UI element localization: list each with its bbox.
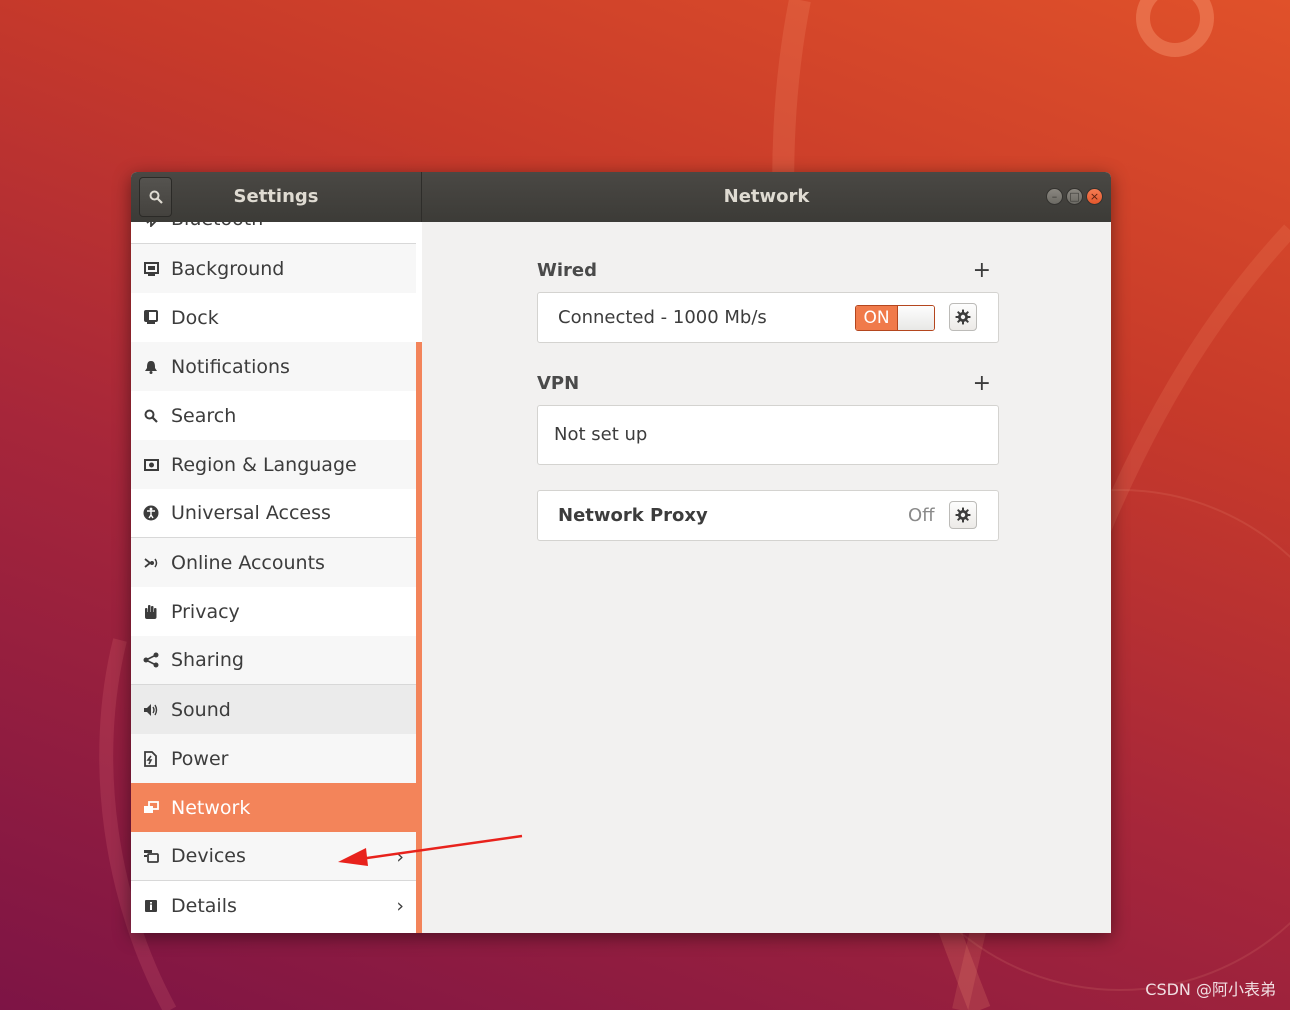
sidebar-list: Bluetooth Background Dock Notifications xyxy=(131,222,416,930)
network-icon xyxy=(143,800,159,816)
toggle-knob xyxy=(897,306,934,330)
vpn-section-header: VPN + xyxy=(537,371,999,397)
accessibility-icon xyxy=(143,505,159,521)
devices-icon xyxy=(143,848,159,864)
sidebar-item-label: Bluetooth xyxy=(171,222,263,230)
search-icon xyxy=(143,408,159,424)
sidebar-item-region-language[interactable]: Region & Language xyxy=(131,440,416,489)
sidebar-item-label: Power xyxy=(171,747,229,770)
sidebar-header: Settings xyxy=(131,172,422,222)
gear-icon xyxy=(955,507,971,523)
sidebar-item-label: Sound xyxy=(171,698,231,721)
wired-toggle[interactable]: ON xyxy=(855,305,935,331)
close-button[interactable]: × xyxy=(1086,188,1103,205)
proxy-settings-button[interactable] xyxy=(949,501,977,529)
wired-heading: Wired xyxy=(537,260,597,281)
proxy-state: Off xyxy=(908,505,935,526)
bluetooth-icon xyxy=(143,222,159,227)
sidebar-item-online-accounts[interactable]: Online Accounts xyxy=(131,538,416,587)
network-panel: Wired + Connected - 1000 Mb/s ON VPN + N… xyxy=(422,222,1111,933)
sidebar-item-label: Details xyxy=(171,894,237,917)
sidebar-item-power[interactable]: Power xyxy=(131,734,416,783)
add-wired-button[interactable]: + xyxy=(973,258,991,283)
sidebar-item-sound[interactable]: Sound xyxy=(131,685,416,734)
wired-connection-row: Connected - 1000 Mb/s ON xyxy=(537,292,999,343)
sidebar-item-bluetooth[interactable]: Bluetooth xyxy=(131,222,416,244)
panel-header: Network – □ × xyxy=(422,172,1111,222)
vpn-row: Not set up xyxy=(537,405,999,465)
maximize-button[interactable]: □ xyxy=(1066,188,1083,205)
sidebar-item-privacy[interactable]: Privacy xyxy=(131,587,416,636)
sidebar-item-sharing[interactable]: Sharing xyxy=(131,636,416,685)
vpn-status: Not set up xyxy=(554,424,648,445)
watermark: CSDN @阿小表弟 xyxy=(1145,980,1276,999)
wired-status: Connected - 1000 Mb/s xyxy=(558,307,767,328)
window-controls: – □ × xyxy=(1046,188,1103,205)
sidebar-item-details[interactable]: Details › xyxy=(131,881,416,930)
sidebar-item-network[interactable]: Network xyxy=(131,783,416,832)
sidebar-item-label: Sharing xyxy=(171,649,244,671)
sidebar-item-search[interactable]: Search xyxy=(131,391,416,440)
region-icon xyxy=(143,457,159,473)
sidebar-item-label: Devices xyxy=(171,845,246,867)
sidebar-item-label: Background xyxy=(171,257,285,280)
sidebar-item-label: Notifications xyxy=(171,355,290,378)
panel-title: Network xyxy=(723,186,810,207)
sidebar-item-label: Search xyxy=(171,404,237,427)
toggle-on-label: ON xyxy=(856,306,897,330)
sidebar-item-background[interactable]: Background xyxy=(131,244,416,293)
sidebar-item-dock[interactable]: Dock xyxy=(131,293,416,342)
sidebar-item-universal-access[interactable]: Universal Access xyxy=(131,489,416,538)
dock-icon xyxy=(143,310,159,326)
share-icon xyxy=(143,652,159,668)
sidebar-item-label: Online Accounts xyxy=(171,551,325,574)
app-title: Settings xyxy=(233,186,319,207)
vpn-heading: VPN xyxy=(537,373,580,394)
chevron-right-icon: › xyxy=(396,895,404,917)
sidebar-item-notifications[interactable]: Notifications xyxy=(131,342,416,391)
online-accounts-icon xyxy=(143,555,159,571)
proxy-label: Network Proxy xyxy=(558,505,708,526)
network-proxy-row[interactable]: Network Proxy Off xyxy=(537,490,999,541)
power-icon xyxy=(143,750,159,767)
sidebar-item-devices[interactable]: Devices › xyxy=(131,832,416,881)
sidebar-item-label: Dock xyxy=(171,306,219,329)
titlebar: Settings Network – □ × xyxy=(131,172,1111,222)
sidebar-item-label: Privacy xyxy=(171,600,240,623)
settings-window: Settings Network – □ × Bluetooth B xyxy=(131,172,1111,933)
minimize-button[interactable]: – xyxy=(1046,188,1063,205)
background-icon xyxy=(143,261,159,277)
add-vpn-button[interactable]: + xyxy=(973,371,991,396)
wired-settings-button[interactable] xyxy=(949,303,977,331)
sidebar-item-label: Universal Access xyxy=(171,502,331,524)
chevron-right-icon: › xyxy=(396,846,404,868)
sidebar-item-label: Network xyxy=(171,796,251,819)
gear-icon xyxy=(955,309,971,325)
wired-section-header: Wired + xyxy=(537,258,999,284)
sidebar: Bluetooth Background Dock Notifications xyxy=(131,222,422,933)
sidebar-item-label: Region & Language xyxy=(171,453,357,476)
hand-icon xyxy=(143,604,159,620)
speaker-icon xyxy=(143,702,159,718)
info-icon xyxy=(143,898,159,914)
bell-icon xyxy=(143,359,159,375)
